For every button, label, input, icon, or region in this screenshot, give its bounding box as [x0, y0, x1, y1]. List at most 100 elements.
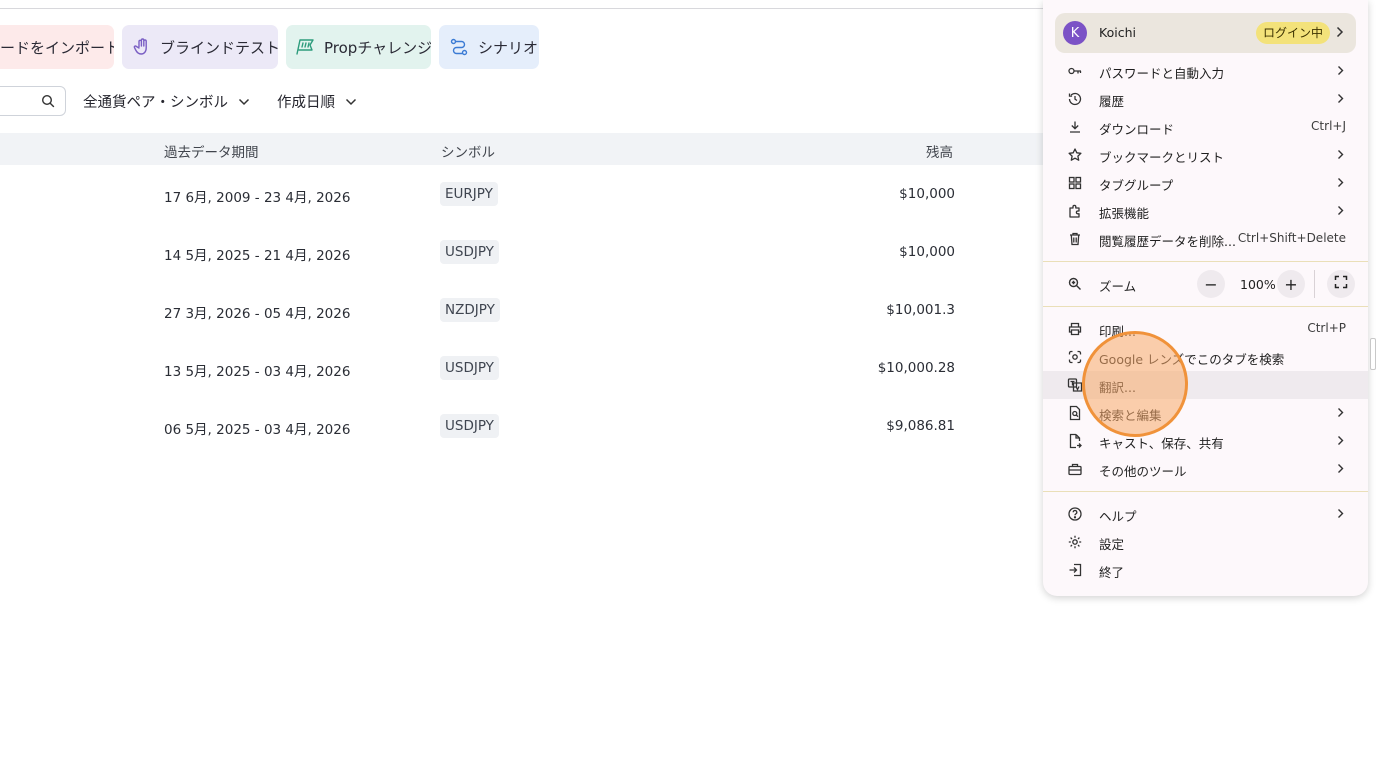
menu-label: 設定 [1099, 537, 1125, 552]
shortcut-hint: Ctrl+J [1311, 119, 1346, 133]
chevron-right-icon [1337, 64, 1344, 80]
column-header-balance[interactable]: 残高 [926, 141, 953, 161]
search-icon [41, 94, 55, 112]
shortcut-hint: Ctrl+Shift+Delete [1237, 231, 1346, 245]
chevron-right-icon [1337, 92, 1344, 108]
column-header-symbol[interactable]: シンボル [441, 141, 495, 161]
key-icon [1067, 63, 1083, 79]
profile-item[interactable]: K Koichi ログイン中 [1055, 13, 1356, 53]
translate-icon [1067, 377, 1083, 393]
chevron-right-icon [1337, 148, 1344, 164]
balance-cell: $10,000 [899, 186, 955, 202]
star-icon [1067, 147, 1083, 163]
profile-name: Koichi [1099, 25, 1136, 40]
menu-label: ダウンロード [1099, 122, 1175, 137]
menu-divider [1043, 491, 1368, 492]
menu-item-history[interactable]: 履歴 [1043, 85, 1368, 113]
menu-item-google-lens[interactable]: Google レンズでこのタブを検索 [1043, 343, 1368, 371]
menu-label: 検索と編集 [1099, 408, 1162, 423]
menu-label: パスワードと自動入力 [1099, 66, 1225, 81]
symbol-badge: USDJPY [440, 414, 499, 438]
menu-label: 拡張機能 [1099, 206, 1150, 221]
chevron-down-icon [345, 98, 357, 106]
menu-item-extensions[interactable]: 拡張機能 [1043, 197, 1368, 225]
menu-label: 履歴 [1099, 94, 1125, 109]
symbol-badge: USDJPY [440, 240, 499, 264]
symbol-badge: EURJPY [440, 182, 498, 206]
menu-label: 翻訳... [1099, 380, 1136, 395]
menu-label: 閲覧履歴データを削除... [1099, 234, 1236, 249]
table-header [0, 133, 1043, 165]
gear-icon [1067, 534, 1083, 550]
blind-test-button[interactable]: ブラインドテスト [122, 25, 278, 69]
menu-item-bookmarks[interactable]: ブックマークとリスト [1043, 141, 1368, 169]
menu-item-more-tools[interactable]: その他のツール [1043, 455, 1368, 483]
chevron-right-icon [1337, 204, 1344, 220]
find-page-icon [1067, 405, 1083, 421]
sort-filter-label: 作成日順 [277, 95, 335, 111]
symbol-filter-label: 全通貨ペア・シンボル [83, 95, 228, 111]
import-label: ードをインポート [0, 38, 114, 57]
table-row[interactable]: 27 3月, 2026 - 05 4月, 2026 NZDJPY $10,001… [0, 281, 1043, 339]
shortcut-hint: Ctrl+P [1307, 321, 1346, 335]
menu-label: 終了 [1099, 565, 1125, 580]
menu-item-cast-save-share[interactable]: キャスト、保存、共有 [1043, 427, 1368, 455]
help-icon [1067, 506, 1083, 522]
chevron-right-icon [1337, 507, 1344, 523]
balance-cell: $10,001.3 [886, 302, 955, 318]
symbol-filter-dropdown[interactable]: 全通貨ペア・シンボル [83, 91, 250, 112]
menu-item-settings[interactable]: 設定 [1043, 528, 1368, 556]
import-button[interactable]: ードをインポート [0, 25, 114, 69]
prop-challenge-label: Propチャレンジ [324, 38, 431, 57]
menu-label: ズーム [1099, 279, 1137, 294]
search-input[interactable] [0, 86, 66, 116]
zoom-in-button[interactable]: + [1277, 270, 1305, 298]
table-row[interactable]: 17 6月, 2009 - 23 4月, 2026 EURJPY $10,000 [0, 165, 1043, 223]
chevron-right-icon [1337, 176, 1344, 192]
menu-divider [1043, 261, 1368, 262]
menu-item-downloads[interactable]: ダウンロード Ctrl+J [1043, 113, 1368, 141]
symbol-badge: USDJPY [440, 356, 499, 380]
balance-cell: $10,000 [899, 244, 955, 260]
menu-item-find-edit[interactable]: 検索と編集 [1043, 399, 1368, 427]
table-row[interactable]: 14 5月, 2025 - 21 4月, 2026 USDJPY $10,000 [0, 223, 1043, 281]
toolbox-icon [1067, 461, 1083, 477]
table-row[interactable]: 13 5月, 2025 - 03 4月, 2026 USDJPY $10,000… [0, 339, 1043, 397]
balance-cell: $10,000.28 [877, 360, 955, 376]
zoom-level: 100% [1240, 277, 1276, 292]
period-cell: 17 6月, 2009 - 23 4月, 2026 [164, 190, 351, 206]
puzzle-icon [1067, 203, 1083, 219]
menu-item-print[interactable]: 印刷... Ctrl+P [1043, 315, 1368, 343]
period-cell: 06 5月, 2025 - 03 4月, 2026 [164, 422, 351, 438]
file-share-icon [1067, 433, 1083, 449]
period-cell: 13 5月, 2025 - 03 4月, 2026 [164, 364, 351, 380]
period-cell: 14 5月, 2025 - 21 4月, 2026 [164, 248, 351, 264]
table-row[interactable]: 06 5月, 2025 - 03 4月, 2026 USDJPY $9,086.… [0, 397, 1043, 455]
lens-icon [1067, 349, 1083, 365]
menu-label: その他のツール [1099, 464, 1187, 479]
chevron-down-icon [238, 98, 250, 106]
menu-item-help[interactable]: ヘルプ [1043, 500, 1368, 528]
period-cell: 27 3月, 2026 - 05 4月, 2026 [164, 306, 351, 322]
menu-item-translate[interactable]: 翻訳... [1043, 371, 1368, 399]
top-divider [0, 8, 1043, 9]
column-header-period[interactable]: 過去データ期間 [164, 141, 259, 161]
scrollbar-thumb[interactable] [1370, 338, 1376, 370]
scenario-button[interactable]: シナリオ [439, 25, 539, 69]
prop-challenge-button[interactable]: Propチャレンジ [286, 25, 431, 69]
menu-divider [1043, 306, 1368, 307]
menu-label: Google レンズでこのタブを検索 [1099, 352, 1285, 367]
menu-item-exit[interactable]: 終了 [1043, 556, 1368, 584]
menu-item-clear-browsing-data[interactable]: 閲覧履歴データを削除... Ctrl+Shift+Delete [1043, 225, 1368, 253]
menu-item-passwords[interactable]: パスワードと自動入力 [1043, 57, 1368, 85]
menu-label: キャスト、保存、共有 [1099, 436, 1224, 451]
zoom-out-button[interactable]: − [1197, 270, 1225, 298]
history-icon [1067, 91, 1083, 107]
fullscreen-button[interactable] [1327, 270, 1355, 298]
chevron-right-icon [1337, 462, 1344, 478]
sort-dropdown[interactable]: 作成日順 [277, 91, 357, 112]
menu-item-tab-groups[interactable]: タブグループ [1043, 169, 1368, 197]
chevron-right-icon [1337, 434, 1344, 450]
balance-cell: $9,086.81 [886, 418, 955, 434]
avatar: K [1063, 21, 1087, 45]
